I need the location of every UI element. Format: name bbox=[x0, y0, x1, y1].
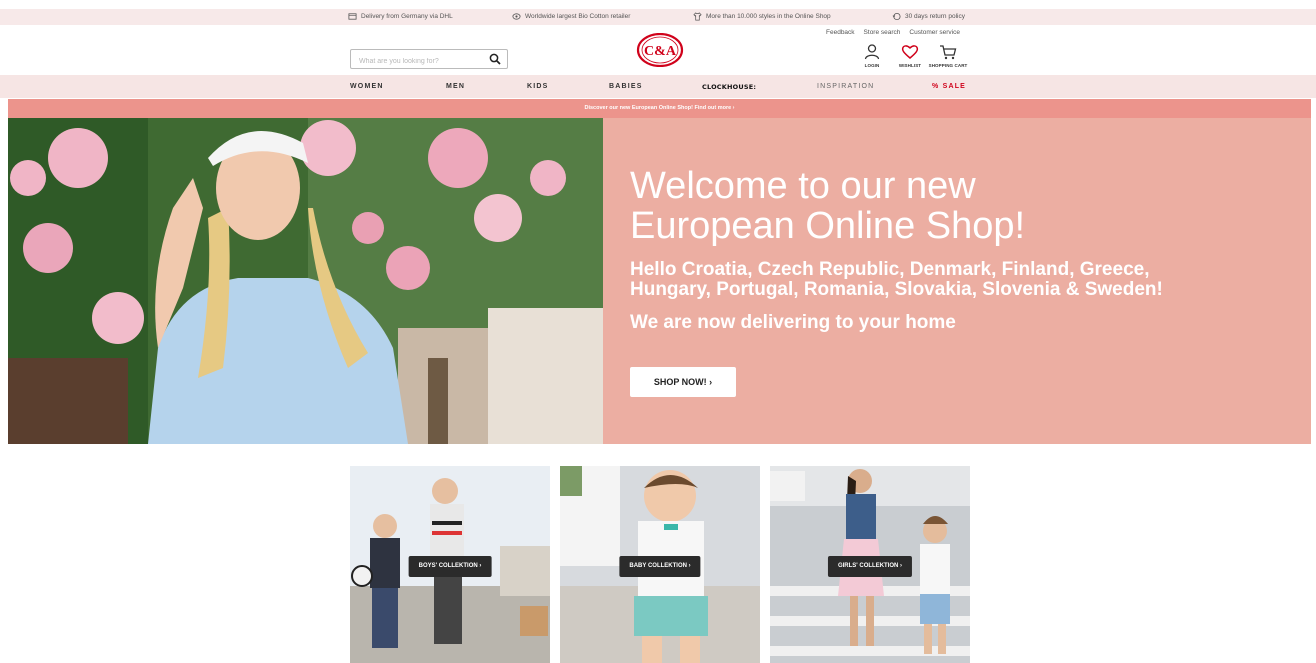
heart-icon bbox=[901, 45, 919, 59]
feedback-link[interactable]: Feedback bbox=[826, 29, 855, 36]
usp-styles: More than 10.000 styles in the Online Sh… bbox=[693, 12, 831, 21]
ca-logo[interactable]: C&A bbox=[636, 33, 684, 67]
store-search-link[interactable]: Store search bbox=[864, 29, 901, 36]
login-button[interactable]: LOGIN bbox=[858, 43, 886, 68]
collection-girls[interactable]: GIRLS' COLLEKTION › bbox=[770, 466, 970, 663]
search-icon[interactable] bbox=[489, 53, 501, 65]
hero-banner: Welcome to our new European Online Shop!… bbox=[8, 118, 1311, 444]
hero-copy: Welcome to our new European Online Shop!… bbox=[630, 165, 1290, 397]
cotton-icon bbox=[512, 13, 521, 20]
collection-baby[interactable]: BABY COLLEKTION › bbox=[560, 466, 760, 663]
user-icon bbox=[864, 44, 880, 60]
search-input[interactable] bbox=[351, 52, 481, 71]
nav-men[interactable]: MEN bbox=[446, 83, 465, 90]
shopping-cart-icon bbox=[940, 45, 957, 60]
main-nav: WOMEN MEN KIDS BABIES CLOCKHOUSE: INSPIR… bbox=[0, 75, 1316, 98]
hero-image bbox=[8, 118, 603, 444]
account-icons: LOGIN WISHLIST SHOPPING CART bbox=[858, 43, 967, 68]
nav-babies[interactable]: BABIES bbox=[609, 83, 643, 90]
girls-collection-button[interactable]: GIRLS' COLLEKTION › bbox=[827, 556, 913, 577]
usp-cotton: Worldwide largest Bio Cotton retailer bbox=[512, 12, 630, 21]
svg-text:C&A: C&A bbox=[644, 44, 677, 59]
usp-bar: Delivery from Germany via DHL Worldwide … bbox=[0, 9, 1316, 25]
collection-boys[interactable]: BOYS' COLLEKTION › bbox=[350, 466, 550, 663]
nav-clockhouse[interactable]: CLOCKHOUSE: bbox=[702, 83, 756, 91]
nav-women[interactable]: WOMEN bbox=[350, 83, 384, 90]
service-links: Feedback Store search Customer service bbox=[826, 29, 960, 36]
wishlist-button[interactable]: WISHLIST bbox=[896, 43, 924, 68]
nav-inspiration[interactable]: INSPIRATION bbox=[817, 83, 874, 90]
nav-kids[interactable]: KIDS bbox=[527, 83, 549, 90]
return-icon bbox=[892, 12, 901, 21]
customer-service-link[interactable]: Customer service bbox=[909, 29, 960, 36]
hero-delivery-text: We are now delivering to your home bbox=[630, 312, 956, 333]
usp-returns: 30 days return policy bbox=[892, 12, 965, 21]
shirt-icon bbox=[693, 12, 702, 21]
promo-banner[interactable]: Discover our new European Online Shop! F… bbox=[8, 99, 1311, 118]
baby-collection-button[interactable]: BABY COLLEKTION › bbox=[619, 556, 701, 577]
hero-title: Welcome to our new European Online Shop! bbox=[630, 165, 1026, 247]
hero-subtitle: Hello Croatia, Czech Republic, Denmark, … bbox=[630, 259, 1163, 300]
search-box bbox=[350, 49, 508, 71]
nav-sale[interactable]: % SALE bbox=[932, 83, 966, 90]
site-header: Feedback Store search Customer service C… bbox=[0, 25, 1316, 75]
truck-icon bbox=[348, 13, 357, 20]
shop-now-button[interactable]: SHOP NOW! › bbox=[630, 367, 736, 397]
boys-collection-button[interactable]: BOYS' COLLEKTION › bbox=[408, 556, 492, 577]
usp-delivery: Delivery from Germany via DHL bbox=[348, 12, 453, 21]
cart-button[interactable]: SHOPPING CART bbox=[929, 43, 967, 68]
